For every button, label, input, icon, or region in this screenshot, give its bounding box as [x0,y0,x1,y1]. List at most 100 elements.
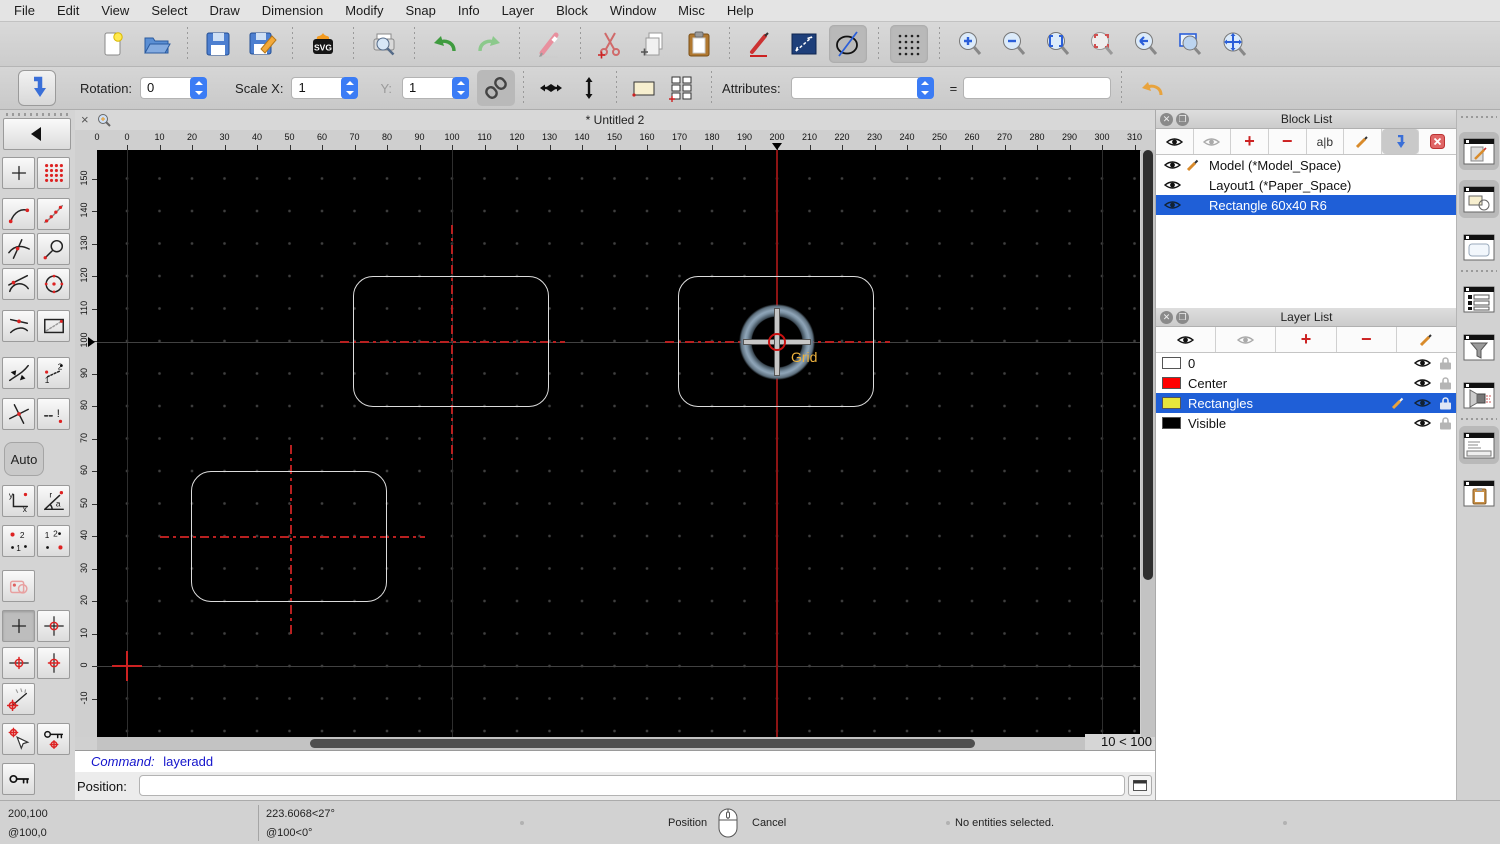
menu-info[interactable]: Info [458,3,480,18]
attribute-value-field[interactable] [963,77,1112,99]
zoom-out-button[interactable] [995,25,1033,63]
toggle-library-widget-button[interactable] [1459,180,1499,218]
flip-horizontal-button[interactable] [532,70,570,106]
snap-center-button[interactable] [37,268,70,300]
export-svg-button[interactable]: SVG [304,25,342,63]
new-document-button[interactable] [94,25,132,63]
select-entity-button[interactable] [2,570,35,602]
delete-block-button[interactable] [1419,129,1457,154]
show-all-blocks-button[interactable] [1156,129,1194,154]
add-layer-button[interactable]: + [1276,327,1337,352]
coordinate-polar-button[interactable]: ra [37,485,70,517]
delete-entities-button[interactable] [531,25,569,63]
single-insert-button[interactable] [625,70,663,106]
auto-snap-button[interactable]: Auto [4,442,44,476]
model-canvas[interactable]: Grid [97,150,1140,737]
toggle-clipboard-widget-button[interactable] [1459,474,1499,512]
zoom-previous-button[interactable] [1083,25,1121,63]
add-block-button[interactable]: + [1231,129,1269,154]
layer-row-center[interactable]: Center [1156,373,1457,393]
toggle-command-widget-button[interactable] [1459,426,1499,464]
command-line[interactable]: Command: layeradd [75,750,1155,772]
paste-button[interactable] [680,25,718,63]
toggle-list-widget-button[interactable] [1459,280,1499,318]
restrict-nothing-button[interactable] [2,610,35,642]
lock-icon[interactable] [1440,396,1451,410]
open-file-button[interactable] [138,25,176,63]
eye-icon[interactable] [1414,357,1431,369]
remove-block-button[interactable]: − [1268,129,1307,154]
lock-icon[interactable] [1440,376,1451,390]
array-insert-button[interactable] [663,70,701,106]
undo-button[interactable] [426,25,464,63]
attributes-dropdown[interactable] [790,77,934,99]
show-all-layers-button[interactable] [1156,327,1217,352]
menu-snap[interactable]: Snap [406,3,436,18]
print-preview-button[interactable] [365,25,403,63]
menu-view[interactable]: View [101,3,129,18]
point-1-2-horizontal-button[interactable]: 12 [37,525,70,557]
zoom-back-button[interactable] [1127,25,1165,63]
dock-handle[interactable] [1461,116,1497,118]
draw-line-button[interactable] [785,25,823,63]
scale-x-spinner[interactable]: 1 [291,77,359,99]
menu-select[interactable]: Select [151,3,187,18]
relative-zero-locked-button[interactable] [2,763,35,795]
position-input[interactable] [139,775,1125,796]
toggle-block-widget-button[interactable] [1459,132,1499,170]
layer-row-rectangles[interactable]: Rectangles [1156,393,1457,413]
menu-help[interactable]: Help [727,3,754,18]
menu-layer[interactable]: Layer [502,3,535,18]
toggle-projection-widget-button[interactable] [1459,376,1499,414]
menu-edit[interactable]: Edit [57,3,79,18]
restrict-horizontal-button[interactable] [2,647,35,679]
command-input-value[interactable]: layeradd [163,754,213,769]
grid-toggle-button[interactable] [890,25,928,63]
block-row-model[interactable]: Model (*Model_Space) [1156,155,1457,175]
lock-icon[interactable] [1440,356,1451,370]
block-row-layout1[interactable]: Layout1 (*Paper_Space) [1156,175,1457,195]
vertical-scrollbar[interactable] [1141,150,1155,737]
edit-block-button[interactable] [1344,129,1382,154]
insert-block-tool-button[interactable] [18,70,56,106]
vertical-scrollbar-thumb[interactable] [1143,150,1153,580]
detach-panel-icon[interactable]: ❐ [1176,310,1189,324]
rounded-rectangle-entity[interactable] [353,276,549,407]
draw-pen-button[interactable] [741,25,779,63]
menu-modify[interactable]: Modify [345,3,383,18]
edit-layer-button[interactable] [1396,327,1458,352]
rotation-value[interactable]: 0 [140,77,193,99]
lock-icon[interactable] [1440,416,1451,430]
scale-x-value[interactable]: 1 [291,77,344,99]
detach-panel-icon[interactable]: ❐ [1176,112,1189,126]
snap-on-entity-button[interactable] [37,198,70,230]
eye-icon[interactable] [1414,377,1431,389]
snap-tangent-button[interactable] [2,268,35,300]
menu-file[interactable]: File [14,3,35,18]
zoom-in-button[interactable] [951,25,989,63]
eye-icon[interactable] [1414,397,1431,409]
menu-dimension[interactable]: Dimension [262,3,323,18]
attributes-value[interactable] [790,77,919,99]
insert-block-button[interactable] [1381,129,1420,154]
point-1-2-vertical-button[interactable]: 12 [2,525,35,557]
hide-all-blocks-button[interactable] [1193,129,1232,154]
snap-intersection-manual-button[interactable] [2,398,35,430]
rotation-spinner[interactable]: 0 [140,77,208,99]
flip-vertical-button[interactable] [570,70,608,106]
zoom-window-button[interactable] [1171,25,1209,63]
draw-ellipse-button[interactable] [829,25,867,63]
palette-handle[interactable] [6,113,68,116]
block-row-rectangle[interactable]: Rectangle 60x40 R6 [1156,195,1457,215]
detach-command-widget-button[interactable] [1128,775,1152,796]
snap-intersection-auto-button[interactable] [2,233,35,265]
horizontal-scrollbar[interactable] [97,737,1085,750]
snap-angle-button[interactable] [2,683,35,715]
set-relative-zero-button[interactable] [2,723,35,755]
zoom-auto-button[interactable] [1039,25,1077,63]
stepper-icon[interactable] [341,77,359,99]
snap-free-button[interactable] [2,157,35,189]
menu-draw[interactable]: Draw [209,3,239,18]
save-as-button[interactable] [243,25,281,63]
cut-button[interactable] [592,25,630,63]
